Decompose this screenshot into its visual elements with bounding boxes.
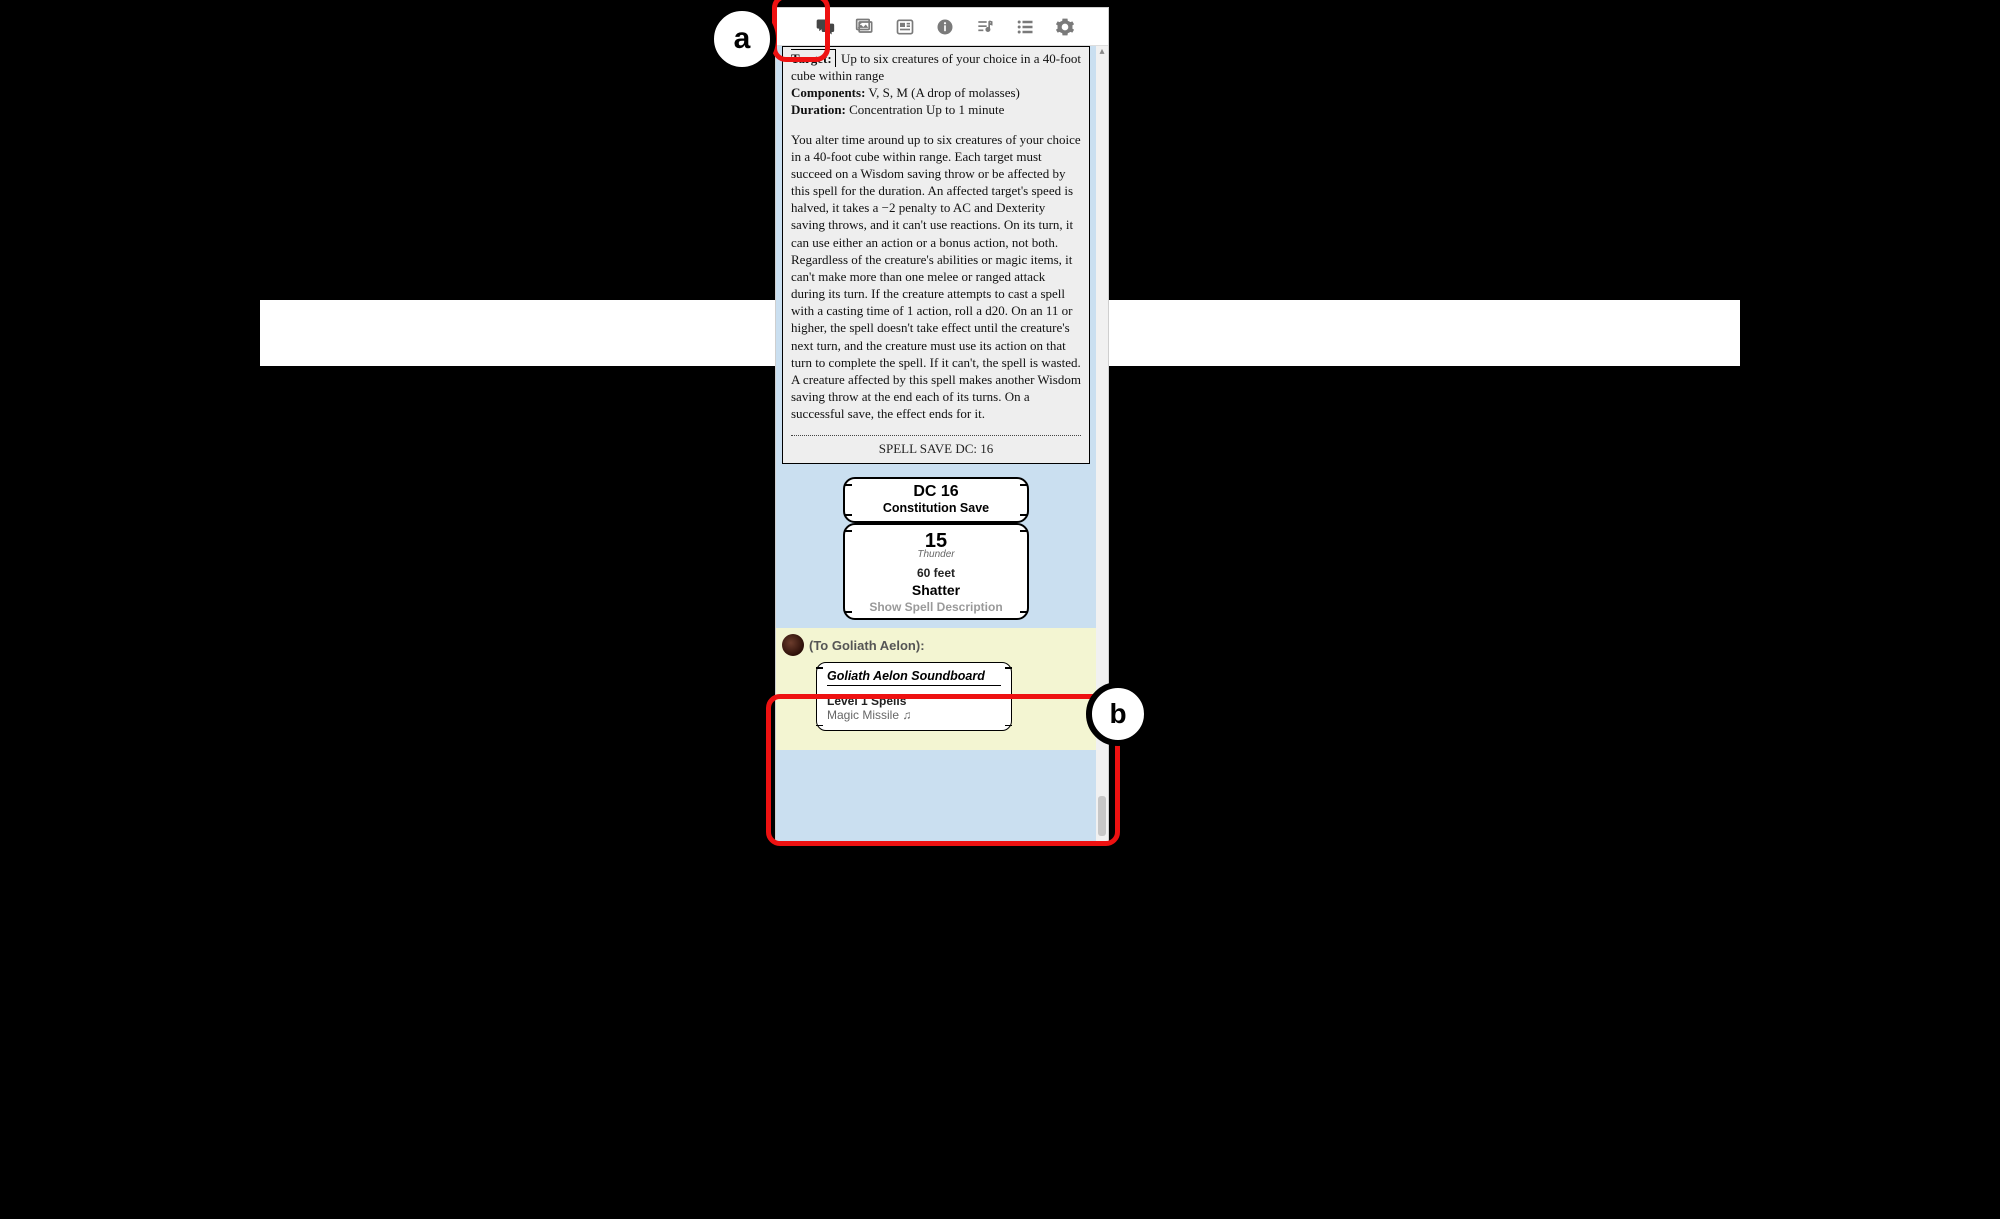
roll-save-label: Constitution Save — [845, 501, 1027, 521]
avatar[interactable] — [782, 634, 804, 656]
soundboard-item[interactable]: Magic Missile ♫ — [827, 708, 1001, 722]
roll-card-dc[interactable]: DC 16 Constitution Save — [843, 477, 1029, 523]
spell-description-card: Target: Up to six creatures of your choi… — [782, 46, 1090, 464]
whisper-recipient-line: (To Goliath Aelon): — [809, 638, 925, 653]
roll-spell-name: Shatter — [845, 582, 1027, 598]
spell-save-dc-line: SPELL SAVE DC: 16 — [791, 435, 1081, 457]
tab-compendium[interactable] — [934, 16, 956, 38]
roll-dc-value: DC 16 — [845, 479, 1027, 501]
info-icon — [935, 17, 955, 37]
tab-collections[interactable] — [1014, 16, 1036, 38]
scroll-thumb[interactable] — [1098, 796, 1106, 836]
tab-art-library[interactable] — [854, 16, 876, 38]
tab-jukebox[interactable] — [974, 16, 996, 38]
gear-icon — [1055, 17, 1075, 37]
field-duration-value: Concentration Up to 1 minute — [849, 102, 1004, 117]
show-spell-description-button[interactable]: Show Spell Description — [845, 600, 1027, 614]
annotation-marker-a: a — [708, 5, 776, 73]
tab-chat[interactable] — [814, 16, 836, 38]
field-duration-label: Duration: — [791, 102, 846, 117]
tab-settings[interactable] — [1054, 16, 1076, 38]
newspaper-icon — [895, 17, 915, 37]
chat-sidebar-panel: Target: Up to six creatures of your choi… — [776, 8, 1108, 842]
roll-range: 60 feet — [845, 566, 1027, 580]
list-icon — [1015, 17, 1035, 37]
music-list-icon — [975, 17, 995, 37]
field-target-label: Target: — [791, 49, 836, 67]
soundboard-section-label: Level 1 Spells — [827, 694, 1001, 708]
soundboard-card: Goliath Aelon Soundboard Level 1 Spells … — [816, 662, 1012, 731]
whisper-message: (To Goliath Aelon): Goliath Aelon Soundb… — [776, 628, 1096, 750]
image-icon — [855, 17, 875, 37]
field-components-value: V, S, M (A drop of molasses) — [868, 85, 1019, 100]
annotation-marker-b: b — [1086, 682, 1150, 746]
roll-card-result[interactable]: 15 Thunder 60 feet Shatter Show Spell De… — [843, 523, 1029, 620]
chat-log: Target: Up to six creatures of your choi… — [776, 46, 1108, 842]
field-components-label: Components: — [791, 85, 865, 100]
sidebar-tab-bar — [776, 8, 1108, 46]
roll-damage-value: 15 — [845, 531, 1027, 551]
chat-icon — [815, 17, 835, 37]
soundboard-title: Goliath Aelon Soundboard — [827, 669, 1001, 683]
tab-journal[interactable] — [894, 16, 916, 38]
spell-body-text: You alter time around up to six creature… — [791, 131, 1081, 423]
roll-damage-type: Thunder — [845, 549, 1027, 560]
scroll-up-icon[interactable]: ▴ — [1096, 46, 1108, 58]
